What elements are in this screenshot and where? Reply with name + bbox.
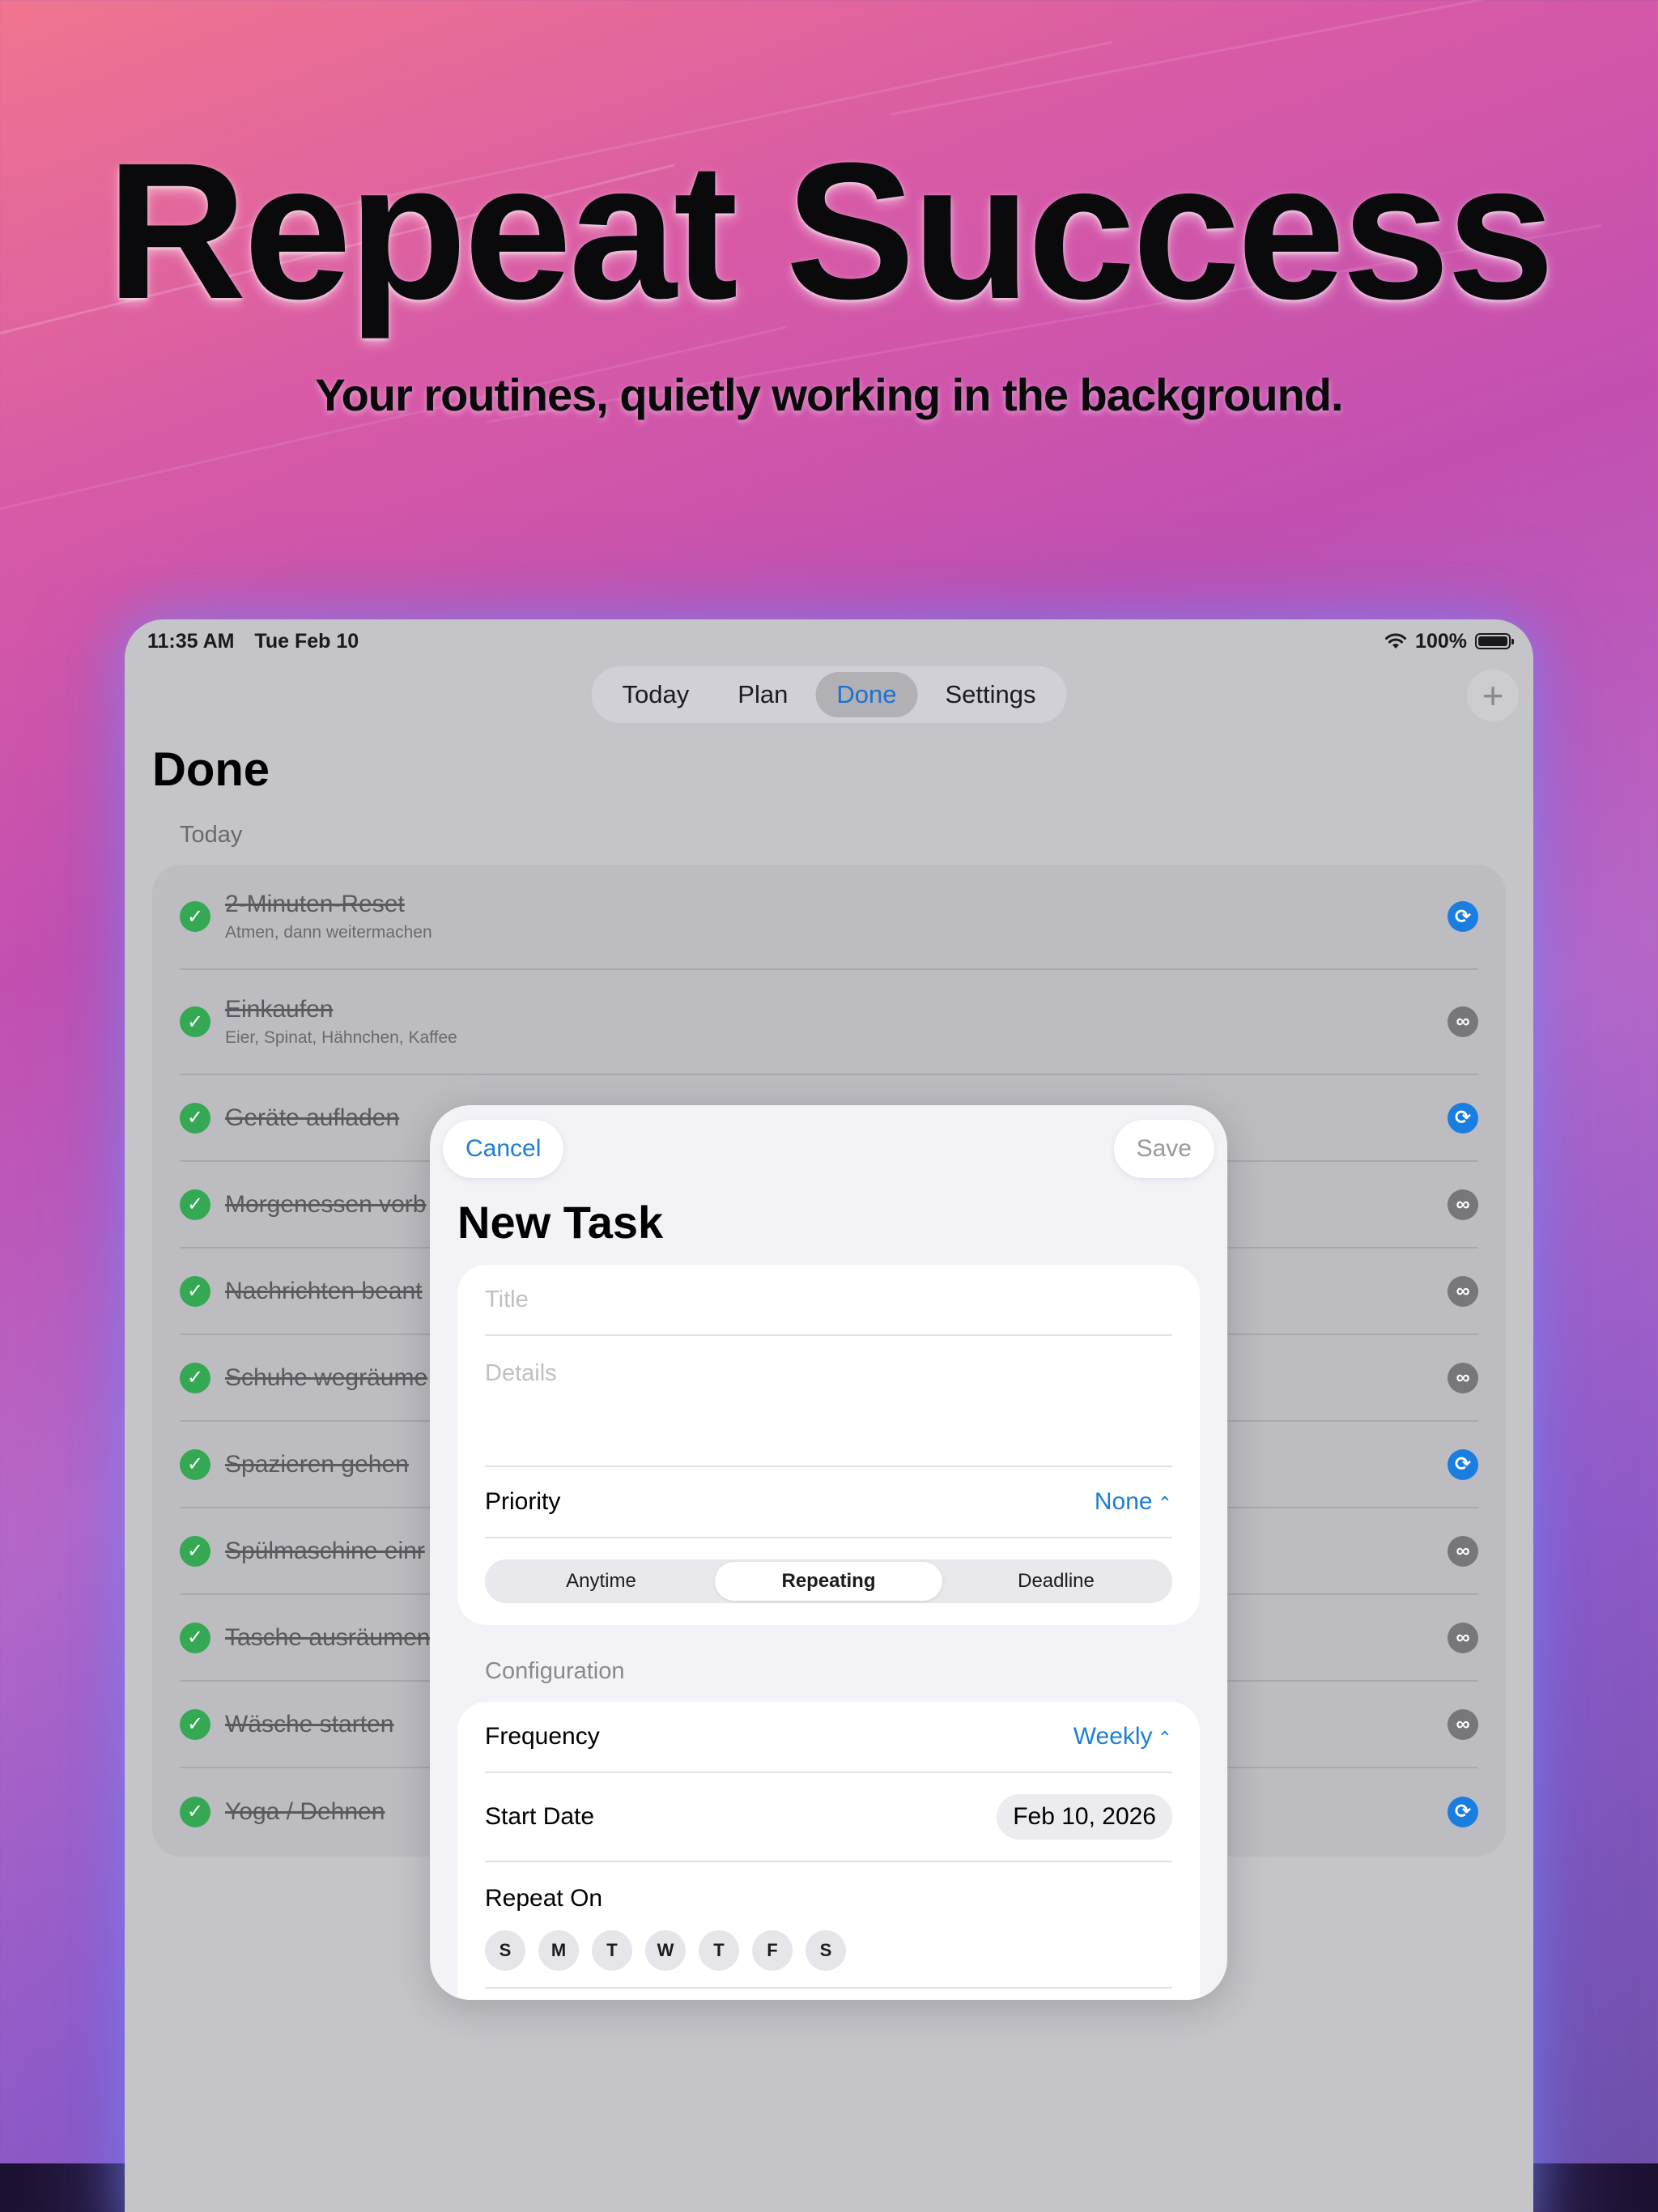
frequency-row[interactable]: Frequency Weekly ⌃ bbox=[485, 1702, 1172, 1773]
checkmark-icon[interactable]: ✓ bbox=[180, 1362, 210, 1393]
sheet-title: New Task bbox=[457, 1197, 664, 1248]
task-title: Nachrichten beant bbox=[225, 1277, 423, 1304]
configuration-card: Frequency Weekly ⌃ Start Date Feb 10, 202… bbox=[457, 1702, 1200, 2000]
repeat-icon: ⟳ bbox=[1448, 1448, 1478, 1480]
task-type-segmented-control: Anytime Repeating Deadline bbox=[485, 1559, 1172, 1603]
page-title: Done bbox=[152, 743, 270, 796]
plus-icon: + bbox=[1482, 674, 1504, 717]
tab-bar: Today Plan Done Settings bbox=[591, 666, 1067, 723]
task-title: Einkaufen bbox=[225, 996, 334, 1023]
section-header-today: Today bbox=[180, 822, 243, 848]
priority-picker[interactable]: None ⌃ bbox=[1095, 1488, 1172, 1516]
tab-settings[interactable]: Settings bbox=[924, 672, 1056, 717]
weekday-sunday[interactable]: S bbox=[485, 1930, 525, 1971]
task-details-card: Title Details Priority None ⌃ Anytime Rep… bbox=[457, 1265, 1200, 1625]
cancel-button[interactable]: Cancel bbox=[443, 1120, 564, 1178]
segment-anytime[interactable]: Anytime bbox=[487, 1562, 715, 1601]
list-item[interactable]: ✓ Einkaufen Eier, Spinat, Hähnchen, Kaff… bbox=[180, 970, 1478, 1075]
frequency-picker[interactable]: Weekly ⌃ bbox=[1073, 1723, 1172, 1750]
task-subtitle: Atmen, dann weitermachen bbox=[225, 923, 432, 942]
checkmark-icon[interactable]: ✓ bbox=[180, 1006, 210, 1037]
status-bar: 11:35 AM Tue Feb 10 100% bbox=[125, 619, 1533, 663]
task-title: Geräte aufladen bbox=[225, 1104, 400, 1131]
repeat-on-row: Repeat On S M T W T F S bbox=[485, 1862, 1172, 1989]
weekday-selector: S M T W T F S bbox=[485, 1930, 1172, 1971]
checkmark-icon[interactable]: ✓ bbox=[180, 1448, 210, 1480]
infinity-icon: ∞ bbox=[1448, 1362, 1478, 1393]
wifi-icon bbox=[1385, 633, 1407, 649]
list-item[interactable]: ✓ 2-Minuten-Reset Atmen, dann weitermach… bbox=[180, 865, 1478, 970]
repeat-icon: ⟳ bbox=[1448, 1102, 1478, 1134]
infinity-icon: ∞ bbox=[1448, 1275, 1478, 1307]
infinity-icon: ∞ bbox=[1448, 1708, 1478, 1740]
hero-title: Repeat Success bbox=[106, 122, 1554, 339]
new-task-sheet: Cancel Save New Task Title Details Prior… bbox=[430, 1105, 1227, 2000]
battery-icon bbox=[1475, 633, 1514, 649]
infinity-icon: ∞ bbox=[1448, 1535, 1478, 1567]
start-date-row: Start Date Feb 10, 2026 bbox=[485, 1773, 1172, 1862]
task-title: Spazieren gehen bbox=[225, 1450, 409, 1478]
battery-percent: 100% bbox=[1415, 629, 1467, 653]
start-date-label: Start Date bbox=[485, 1803, 595, 1830]
infinity-icon: ∞ bbox=[1448, 1189, 1478, 1220]
tab-done[interactable]: Done bbox=[815, 672, 918, 717]
priority-row[interactable]: Priority None ⌃ bbox=[485, 1467, 1172, 1538]
tab-plan[interactable]: Plan bbox=[716, 672, 809, 717]
repeat-icon: ⟳ bbox=[1448, 901, 1478, 932]
task-title: Schuhe wegräume bbox=[225, 1363, 428, 1391]
checkmark-icon[interactable]: ✓ bbox=[180, 901, 210, 932]
repeat-on-label: Repeat On bbox=[485, 1885, 603, 1912]
task-title: Wäsche starten bbox=[225, 1710, 394, 1738]
task-title: 2-Minuten-Reset bbox=[225, 891, 405, 917]
checkmark-icon[interactable]: ✓ bbox=[180, 1796, 210, 1827]
infinity-icon: ∞ bbox=[1448, 1622, 1478, 1653]
weekday-friday[interactable]: F bbox=[752, 1930, 793, 1971]
checkmark-icon[interactable]: ✓ bbox=[180, 1622, 210, 1653]
start-date-picker[interactable]: Feb 10, 2026 bbox=[997, 1794, 1172, 1840]
task-subtitle: Eier, Spinat, Hähnchen, Kaffee bbox=[225, 1028, 457, 1047]
weekday-tuesday[interactable]: T bbox=[592, 1930, 632, 1971]
segment-repeating[interactable]: Repeating bbox=[715, 1562, 942, 1601]
status-time: 11:35 AM bbox=[147, 629, 235, 653]
segment-deadline[interactable]: Deadline bbox=[942, 1562, 1170, 1601]
task-title: Morgenessen vorb bbox=[225, 1190, 427, 1218]
checkmark-icon[interactable]: ✓ bbox=[180, 1708, 210, 1740]
weekday-monday[interactable]: M bbox=[538, 1930, 579, 1971]
configuration-header: Configuration bbox=[485, 1658, 625, 1684]
checkmark-icon[interactable]: ✓ bbox=[180, 1535, 210, 1567]
task-title: Yoga / Dehnen bbox=[225, 1797, 385, 1825]
priority-label: Priority bbox=[485, 1488, 561, 1515]
frequency-label: Frequency bbox=[485, 1723, 600, 1750]
add-task-button[interactable]: + bbox=[1467, 670, 1519, 721]
repeat-icon: ⟳ bbox=[1448, 1796, 1478, 1827]
tab-today[interactable]: Today bbox=[602, 672, 711, 717]
chevron-updown-icon: ⌃ bbox=[1157, 1493, 1172, 1513]
title-placeholder: Title bbox=[485, 1286, 529, 1312]
weekday-thursday[interactable]: T bbox=[699, 1930, 739, 1971]
task-title: Tasche ausräumen bbox=[225, 1623, 431, 1651]
details-placeholder: Details bbox=[485, 1360, 557, 1386]
checkmark-icon[interactable]: ✓ bbox=[180, 1275, 210, 1307]
infinity-icon: ∞ bbox=[1448, 1006, 1478, 1037]
details-input[interactable]: Details bbox=[485, 1336, 1172, 1467]
checkmark-icon[interactable]: ✓ bbox=[180, 1189, 210, 1220]
weekday-saturday[interactable]: S bbox=[806, 1930, 846, 1971]
save-button[interactable]: Save bbox=[1113, 1120, 1214, 1178]
status-date: Tue Feb 10 bbox=[254, 629, 359, 653]
title-input[interactable]: Title bbox=[485, 1265, 1172, 1336]
hero-subtitle: Your routines, quietly working in the ba… bbox=[315, 369, 1343, 420]
task-title: Spülmaschine einr bbox=[225, 1537, 425, 1564]
checkmark-icon[interactable]: ✓ bbox=[180, 1102, 210, 1134]
weekday-wednesday[interactable]: W bbox=[645, 1930, 686, 1971]
chevron-updown-icon: ⌃ bbox=[1157, 1728, 1172, 1748]
